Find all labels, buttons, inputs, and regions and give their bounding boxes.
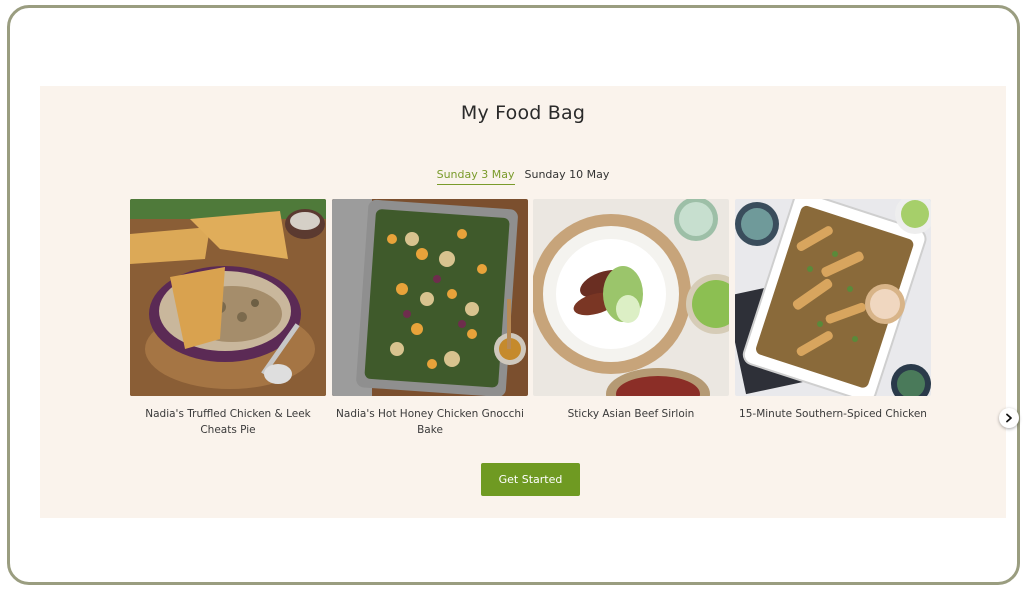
recipe-card-asian-beef[interactable]: Sticky Asian Beef Sirloin [533,199,729,422]
recipe-photo [130,199,326,396]
recipe-name: Nadia's Hot Honey Chicken Gnocchi Bake [336,408,524,436]
gnocchi-bake-photo [332,199,528,396]
tab-sunday-10-may[interactable]: Sunday 10 May [525,168,610,185]
week-tabs: Sunday 3 May Sunday 10 May [40,168,1006,185]
recipe-name: Nadia's Truffled Chicken & Leek Cheats P… [145,408,311,436]
recipe-photo [735,199,931,396]
recipe-name: 15-Minute Southern-Spiced Chicken [739,408,927,420]
get-started-button[interactable]: Get Started [481,463,580,496]
recipe-photo [332,199,528,396]
recipe-card-southern-chicken[interactable]: 15-Minute Southern-Spiced Chicken [735,199,931,422]
chicken-leek-pie-photo [130,199,326,396]
recipe-carousel: Nadia's Truffled Chicken & Leek Cheats P… [130,199,1019,439]
food-bag-panel: My Food Bag Sunday 3 May Sunday 10 May N… [40,86,1019,518]
southern-chicken-photo [735,199,931,396]
recipe-card-chicken-leek-pie[interactable]: Nadia's Truffled Chicken & Leek Cheats P… [130,199,326,438]
recipe-photo [533,199,729,396]
recipe-card-gnocchi-bake[interactable]: Nadia's Hot Honey Chicken Gnocchi Bake [332,199,528,438]
page-title: My Food Bag [460,102,586,124]
tab-sunday-3-may[interactable]: Sunday 3 May [436,168,515,185]
page-frame: My Food Bag Sunday 3 May Sunday 10 May N… [7,5,1020,585]
asian-beef-photo [533,199,729,396]
carousel-next-button[interactable] [999,408,1019,428]
chevron-right-icon [1006,413,1012,423]
recipe-name: Sticky Asian Beef Sirloin [567,408,695,420]
